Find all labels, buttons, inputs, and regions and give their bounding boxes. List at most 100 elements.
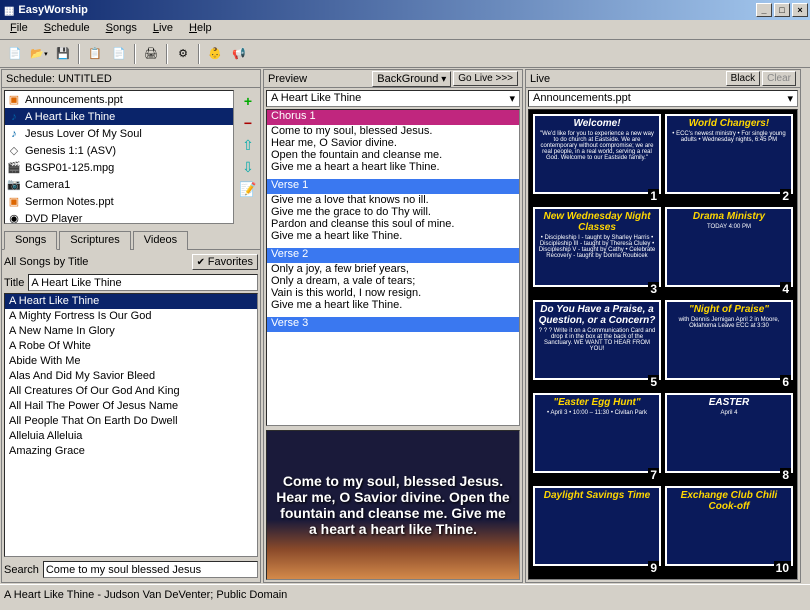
open-button[interactable]: 📂▾ [28, 43, 50, 65]
schedule-item[interactable]: ◉DVD Player [5, 210, 233, 224]
schedule-item[interactable]: ◇Genesis 1:1 (ASV) [5, 142, 233, 159]
song-item[interactable]: Alas And Did My Savior Bleed [5, 369, 257, 384]
menu-songs[interactable]: Songs [98, 20, 145, 39]
nursery-button[interactable]: 👶 [204, 43, 226, 65]
schedule-item[interactable]: ▣Sermon Notes.ppt [5, 193, 233, 210]
slide-thumb[interactable]: New Wednesday Night Classes• Discipleshi… [533, 207, 661, 296]
separator [134, 44, 136, 64]
remove-button[interactable]: − [238, 114, 258, 132]
song-icon: ♪ [7, 127, 21, 141]
app-title: EasyWorship [18, 4, 756, 16]
schedule-item[interactable]: ♪Jesus Lover Of My Soul [5, 125, 233, 142]
song-item[interactable]: A Mighty Fortress Is Our God [5, 309, 257, 324]
schedule-item[interactable]: 📷Camera1 [5, 176, 233, 193]
songs-sort-dropdown[interactable]: All Songs by Title [4, 256, 188, 268]
slide-thumb[interactable]: EASTERApril 48 [665, 393, 793, 482]
lyrics-panel[interactable]: Chorus 1Come to my soul, blessed Jesus.H… [266, 109, 520, 426]
schedule-header: Schedule: UNTITLED [2, 70, 260, 88]
lyrics-section-header[interactable]: Chorus 1 [267, 110, 519, 125]
tab-videos[interactable]: Videos [133, 231, 188, 250]
bible-icon: ◇ [7, 144, 21, 158]
golive-button[interactable]: Go Live >>> [453, 71, 518, 86]
schedule-list[interactable]: ▣Announcements.ppt♪A Heart Like Thine♪Je… [4, 90, 234, 224]
separator [166, 44, 168, 64]
black-button[interactable]: Black [726, 71, 760, 86]
lyrics-section-body[interactable]: Come to my soul, blessed Jesus.Hear me, … [267, 125, 519, 179]
preview-title[interactable]: A Heart Like Thine ▾ [266, 90, 520, 107]
menu-schedule[interactable]: Schedule [36, 20, 98, 39]
song-item[interactable]: Abide With Me [5, 354, 257, 369]
slide-grid[interactable]: Welcome!"We'd like for you to experience… [528, 109, 798, 580]
song-item[interactable]: A Heart Like Thine [5, 294, 257, 309]
slide-thumb[interactable]: "Easter Egg Hunt"• April 3 • 10:00 – 11:… [533, 393, 661, 482]
status-text: A Heart Like Thine - Judson Van DeVenter… [4, 589, 287, 601]
title-label: Title [4, 277, 24, 289]
slide-thumb[interactable]: Do You Have a Praise, a Question, or a C… [533, 300, 661, 389]
dvd-icon: ◉ [7, 212, 21, 225]
schedule-item[interactable]: ♪A Heart Like Thine [5, 108, 233, 125]
menu-file[interactable]: File [2, 20, 36, 39]
ppt-icon: ▣ [7, 195, 21, 209]
print-button[interactable]: 🖨 [140, 43, 162, 65]
preview-slide[interactable]: Come to my soul, blessed Jesus. Hear me,… [266, 430, 520, 580]
live-label: Live [530, 73, 550, 85]
song-item[interactable]: A Robe Of White [5, 339, 257, 354]
song-item[interactable]: A New Name In Glory [5, 324, 257, 339]
menu-live[interactable]: Live [145, 20, 181, 39]
background-button[interactable]: BackGround ▾ [372, 71, 451, 87]
move-up-button[interactable]: ⇧ [238, 136, 258, 154]
song-icon: ♪ [7, 110, 21, 124]
statusbar: A Heart Like Thine - Judson Van DeVenter… [0, 584, 810, 604]
song-item[interactable]: All Creatures Of Our God And King [5, 384, 257, 399]
copy-button[interactable]: 📋 [84, 43, 106, 65]
schedule-item[interactable]: 🎬BGSP01-125.mpg [5, 159, 233, 176]
slide-thumb[interactable]: Drama MinistryTODAY 4:00 PM4 [665, 207, 793, 296]
song-list[interactable]: A Heart Like ThineA Mighty Fortress Is O… [4, 293, 258, 557]
add-button[interactable]: + [238, 92, 258, 110]
close-button[interactable]: × [792, 3, 808, 17]
tab-scriptures[interactable]: Scriptures [59, 231, 131, 250]
move-down-button[interactable]: ⇩ [238, 158, 258, 176]
paste-button[interactable]: 📄 [108, 43, 130, 65]
video-icon: 🎬 [7, 161, 21, 175]
title-input[interactable] [28, 274, 258, 291]
search-input[interactable] [43, 561, 258, 578]
separator [198, 44, 200, 64]
lyrics-section-body[interactable]: Give me a love that knows no ill.Give me… [267, 194, 519, 248]
song-item[interactable]: All Hail The Power Of Jesus Name [5, 399, 257, 414]
song-item[interactable]: Amazing Grace [5, 444, 257, 459]
schedule-item[interactable]: ▣Announcements.ppt [5, 91, 233, 108]
notes-button[interactable]: 📝 [238, 180, 258, 198]
toolbar: 📄 📂▾ 💾 📋 📄 🖨 ⚙ 👶 📢 [0, 40, 810, 68]
slide-thumb[interactable]: Exchange Club Chili Cook-off10 [665, 486, 793, 575]
menubar: FileScheduleSongsLiveHelp [0, 20, 810, 40]
slide-thumb[interactable]: Daylight Savings Time9 [533, 486, 661, 575]
alert-button[interactable]: 📢 [228, 43, 250, 65]
slide-thumb[interactable]: "Night of Praise"with Dennis Jernigan Ap… [665, 300, 793, 389]
favorites-button[interactable]: ✔ Favorites [192, 254, 258, 270]
maximize-button[interactable]: □ [774, 3, 790, 17]
lyrics-section-header[interactable]: Verse 1 [267, 179, 519, 194]
save-button[interactable]: 💾 [52, 43, 74, 65]
titlebar: ▦ EasyWorship _ □ × [0, 0, 810, 20]
tab-songs[interactable]: Songs [4, 231, 57, 250]
preview-label: Preview [268, 73, 307, 85]
slide-thumb[interactable]: Welcome!"We'd like for you to experience… [533, 114, 661, 203]
cam-icon: 📷 [7, 178, 21, 192]
ppt-icon: ▣ [7, 93, 21, 107]
schedule-label: Schedule: UNTITLED [6, 73, 112, 85]
options-button[interactable]: ⚙ [172, 43, 194, 65]
menu-help[interactable]: Help [181, 20, 220, 39]
lyrics-section-header[interactable]: Verse 3 [267, 317, 519, 332]
new-button[interactable]: 📄 [4, 43, 26, 65]
slide-thumb[interactable]: World Changers!• ECC's newest ministry •… [665, 114, 793, 203]
song-item[interactable]: All People That On Earth Do Dwell [5, 414, 257, 429]
minimize-button[interactable]: _ [756, 3, 772, 17]
clear-button[interactable]: Clear [762, 71, 796, 86]
app-icon: ▦ [4, 4, 14, 17]
live-title[interactable]: Announcements.ppt ▾ [528, 90, 798, 107]
song-item[interactable]: Alleluia Alleluia [5, 429, 257, 444]
lyrics-section-header[interactable]: Verse 2 [267, 248, 519, 263]
search-label: Search [4, 564, 39, 576]
lyrics-section-body[interactable]: Only a joy, a few brief years,Only a dre… [267, 263, 519, 317]
